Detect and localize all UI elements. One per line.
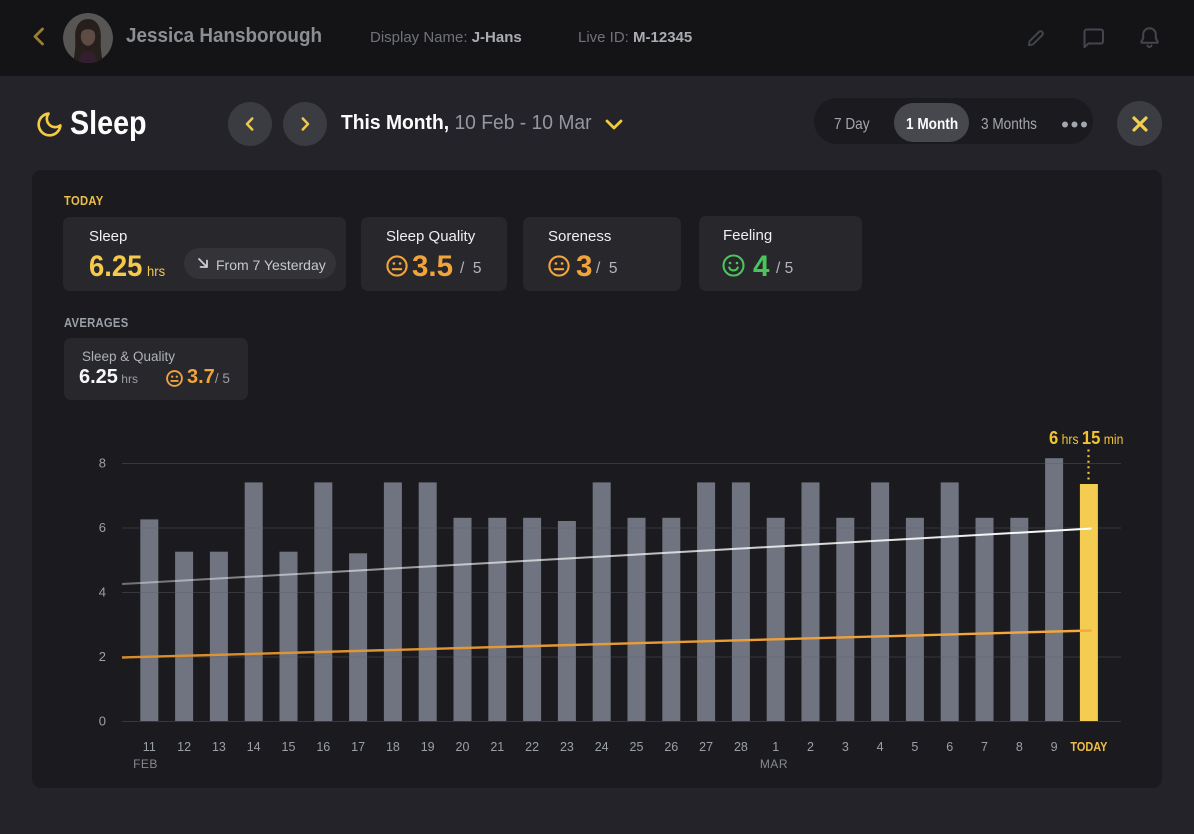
- svg-text:15: 15: [282, 740, 296, 754]
- svg-text:6: 6: [99, 520, 106, 535]
- svg-text:1: 1: [772, 740, 779, 754]
- svg-text:9: 9: [1051, 740, 1058, 754]
- svg-text:6: 6: [946, 740, 953, 754]
- svg-text:18: 18: [386, 740, 400, 754]
- svg-text:26: 26: [664, 740, 678, 754]
- svg-text:2: 2: [99, 649, 106, 664]
- svg-text:4: 4: [877, 740, 884, 754]
- svg-text:8: 8: [1016, 740, 1023, 754]
- svg-text:28: 28: [734, 740, 748, 754]
- svg-text:MAR: MAR: [760, 757, 788, 771]
- svg-text:23: 23: [560, 740, 574, 754]
- svg-text:22: 22: [525, 740, 539, 754]
- svg-text:24: 24: [595, 740, 609, 754]
- svg-text:14: 14: [247, 740, 261, 754]
- svg-text:11: 11: [143, 740, 156, 754]
- svg-text:TODAY: TODAY: [1070, 739, 1107, 754]
- svg-text:27: 27: [699, 740, 713, 754]
- svg-text:16: 16: [316, 740, 330, 754]
- svg-text:4: 4: [99, 585, 106, 600]
- svg-text:2: 2: [807, 740, 814, 754]
- svg-text:13: 13: [212, 740, 226, 754]
- svg-text:21: 21: [490, 740, 504, 754]
- svg-text:25: 25: [630, 740, 644, 754]
- svg-text:17: 17: [351, 740, 365, 754]
- svg-text:8: 8: [99, 456, 106, 471]
- svg-text:5: 5: [911, 740, 918, 754]
- svg-text:7: 7: [981, 740, 988, 754]
- svg-text:0: 0: [99, 714, 106, 729]
- svg-text:20: 20: [456, 740, 470, 754]
- svg-text:FEB: FEB: [133, 757, 158, 771]
- svg-text:3: 3: [842, 740, 849, 754]
- svg-text:19: 19: [421, 740, 435, 754]
- svg-text:12: 12: [177, 740, 191, 754]
